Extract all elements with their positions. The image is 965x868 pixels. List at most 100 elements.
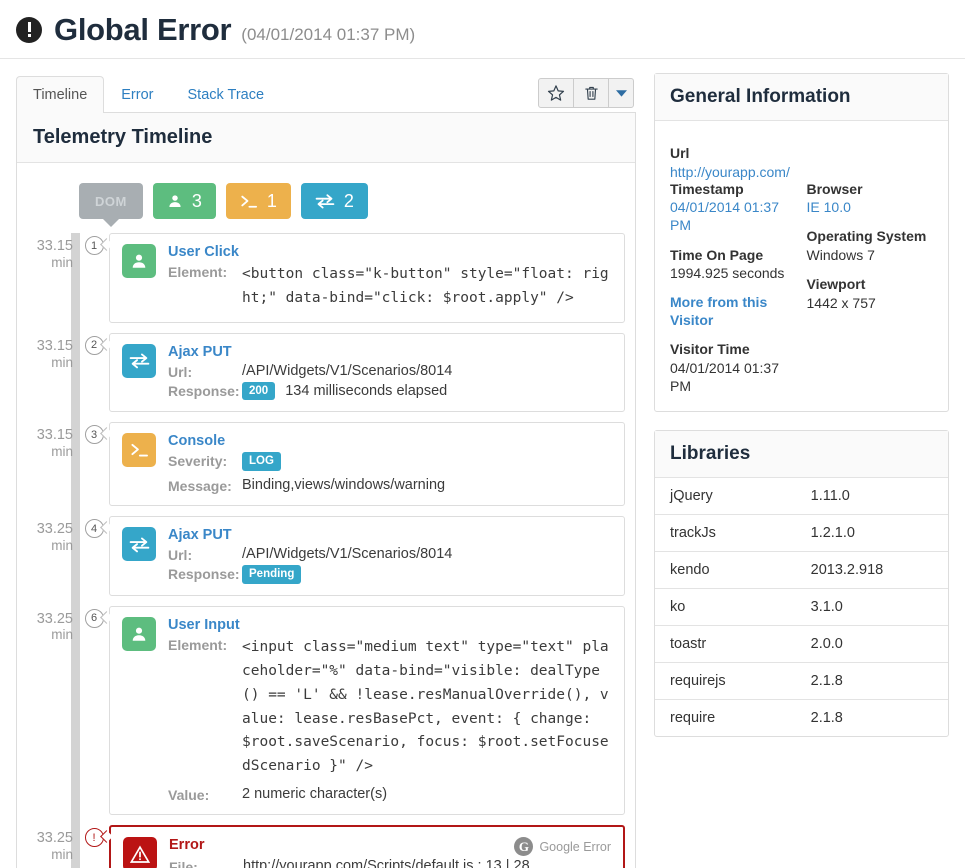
tab-list: Timeline Error Stack Trace [16, 76, 282, 113]
general-information-body: Url http://yourapp.com/ Timestamp 04/01/… [655, 121, 948, 411]
entry-url-value: /API/Widgets/V1/Scenarios/8014 [242, 362, 453, 379]
entry-url-label: Url: [168, 547, 193, 564]
timeline-entry: 33.15 min 1 User Click Element: <button … [37, 233, 625, 323]
favorite-button[interactable] [538, 78, 574, 108]
visitor-time-label: Visitor Time [670, 341, 750, 358]
entry-time: 33.15 min [27, 233, 73, 323]
tabs-row: Timeline Error Stack Trace [16, 73, 636, 113]
info-col-left: Timestamp 04/01/2014 01:37 PM Time On Pa… [670, 181, 797, 395]
libraries-title: Libraries [655, 431, 948, 479]
entry-body: Ajax PUT Url: /API/Widgets/V1/Scenarios/… [168, 527, 612, 584]
filter-ajax[interactable]: 2 [300, 183, 368, 219]
entry-marker[interactable]: 4 [79, 516, 113, 596]
delete-button[interactable] [573, 78, 609, 108]
entry-title: Console [168, 433, 226, 450]
library-name: requirejs [655, 662, 796, 700]
entry-response-label: Response: [168, 382, 240, 399]
telemetry-body: DOM 3 1 2 33.15 min 1 User Click Element… [17, 163, 635, 868]
url-label: Url [670, 145, 690, 161]
entry-body: Console Severity: LOG Message: Binding,v… [168, 433, 612, 494]
tab-timeline[interactable]: Timeline [16, 76, 105, 113]
entry-url-value: /API/Widgets/V1/Scenarios/8014 [242, 546, 453, 563]
library-name: trackJs [655, 514, 796, 552]
entry-time-unit: min [51, 627, 73, 643]
entry-time-unit: min [51, 846, 73, 862]
entry-title: User Click [168, 244, 239, 260]
entry-response-row: Response: 200 134 milliseconds elapsed [168, 381, 612, 401]
entry-severity-row: Severity: LOG [168, 452, 612, 472]
user-icon [169, 195, 181, 207]
timeline-entry: 33.15 min 3 Console Severity: LOG Messag… [37, 422, 625, 507]
ajax-icon [315, 194, 335, 209]
entry-card[interactable]: Console Severity: LOG Message: Binding,v… [109, 422, 625, 507]
ajax-icon [122, 527, 156, 562]
table-row: jQuery 1.11.0 [655, 478, 948, 515]
entry-time: 33.25 min [27, 516, 73, 596]
library-version: 1.2.1.0 [795, 514, 948, 552]
library-version: 2013.2.918 [795, 551, 948, 589]
tab-actions [538, 78, 634, 108]
entry-time-unit: min [51, 254, 73, 270]
library-name: require [655, 699, 796, 737]
filter-dom-label: DOM [95, 193, 127, 209]
library-version: 3.1.0 [795, 588, 948, 626]
more-from-visitor-link[interactable]: More from this Visitor [670, 294, 797, 329]
library-version: 1.11.0 [810, 488, 850, 505]
url-value[interactable]: http://yourapp.com/ [670, 163, 933, 181]
tab-error[interactable]: Error [104, 76, 170, 113]
entry-url-row: Url: /API/Widgets/V1/Scenarios/8014 [168, 363, 612, 380]
entry-value-row: Value: 2 numeric character(s) [168, 786, 612, 803]
entry-card[interactable]: User Click Element: <button class="k-but… [109, 233, 625, 323]
browser-label: Browser [806, 180, 863, 197]
filter-console[interactable]: 1 [225, 183, 291, 219]
os-label: Operating System [806, 228, 927, 245]
time-on-page-label: Time On Page [670, 246, 764, 263]
library-name: ko [655, 588, 796, 626]
entry-element-code: <button class="k-button" style="float: r… [242, 266, 609, 306]
page-timestamp: (04/01/2014 01:37 PM) [241, 25, 416, 44]
entry-marker[interactable]: 3 [79, 422, 113, 506]
star-icon [547, 85, 565, 101]
entry-marker[interactable]: ! [79, 825, 113, 868]
entry-marker[interactable]: 2 [79, 333, 113, 413]
entry-time-value: 33.25 [36, 830, 73, 847]
more-actions-button[interactable] [608, 78, 634, 108]
entry-element-label: Element: [168, 264, 228, 280]
entry-card[interactable]: Ajax PUT Url: /API/Widgets/V1/Scenarios/… [109, 516, 625, 596]
entry-time-unit: min [51, 444, 73, 460]
entry-title: Error [169, 837, 205, 854]
severity-badge: LOG [242, 452, 281, 472]
timeline-entry: 33.25 min 6 User Input Element: <input c… [37, 605, 625, 816]
user-icon [122, 244, 156, 278]
ajax-icon [122, 343, 156, 378]
entry-title: Ajax PUT [168, 343, 232, 360]
entry-marker[interactable]: 1 [79, 233, 113, 323]
library-name: kendo [655, 551, 796, 589]
entry-message-label: Message: [168, 478, 232, 495]
google-icon: G [514, 837, 534, 857]
filter-dom[interactable]: DOM [79, 183, 143, 227]
status-badge: 200 [242, 381, 276, 401]
entry-element-code: <input class="medium text" type="text" p… [242, 638, 609, 775]
entry-body: Ajax PUT Url: /API/Widgets/V1/Scenarios/… [168, 344, 612, 401]
entry-card[interactable]: User Input Element: <input class="medium… [109, 605, 625, 816]
entry-time: 33.25 min [27, 825, 73, 868]
entry-url-row: Url: /API/Widgets/V1/Scenarios/8014 [168, 546, 612, 563]
entry-message-value: Binding,views/windows/warning [242, 477, 446, 494]
filter-user[interactable]: 3 [152, 183, 216, 219]
entry-time: 33.25 min [27, 606, 73, 816]
entry-file-value: http://yourapp.com/Scripts/default.js : … [243, 858, 530, 868]
viewport-label: Viewport [806, 276, 866, 293]
entry-card[interactable]: Ajax PUT Url: /API/Widgets/V1/Scenarios/… [109, 332, 625, 413]
entry-marker[interactable]: 6 [79, 606, 113, 816]
library-version: 2.0.0 [795, 625, 948, 663]
entry-card[interactable]: Error G Google Error File: http://yourap… [109, 825, 625, 868]
entry-time-value: 33.25 [36, 610, 73, 627]
main-layout: Timeline Error Stack Trace Telemetry Tim… [0, 59, 965, 868]
libraries-table: jQuery 1.11.0 trackJs 1.2.1.0 kendo 2013… [655, 478, 948, 737]
entry-body: User Input Element: <input class="medium… [168, 617, 612, 804]
entry-file-label: File: [169, 859, 198, 868]
tab-stack-trace[interactable]: Stack Trace [171, 76, 282, 113]
timeline-entry-error: 33.25 min ! Error G Google Error File: h… [37, 825, 625, 868]
console-icon [241, 195, 257, 208]
